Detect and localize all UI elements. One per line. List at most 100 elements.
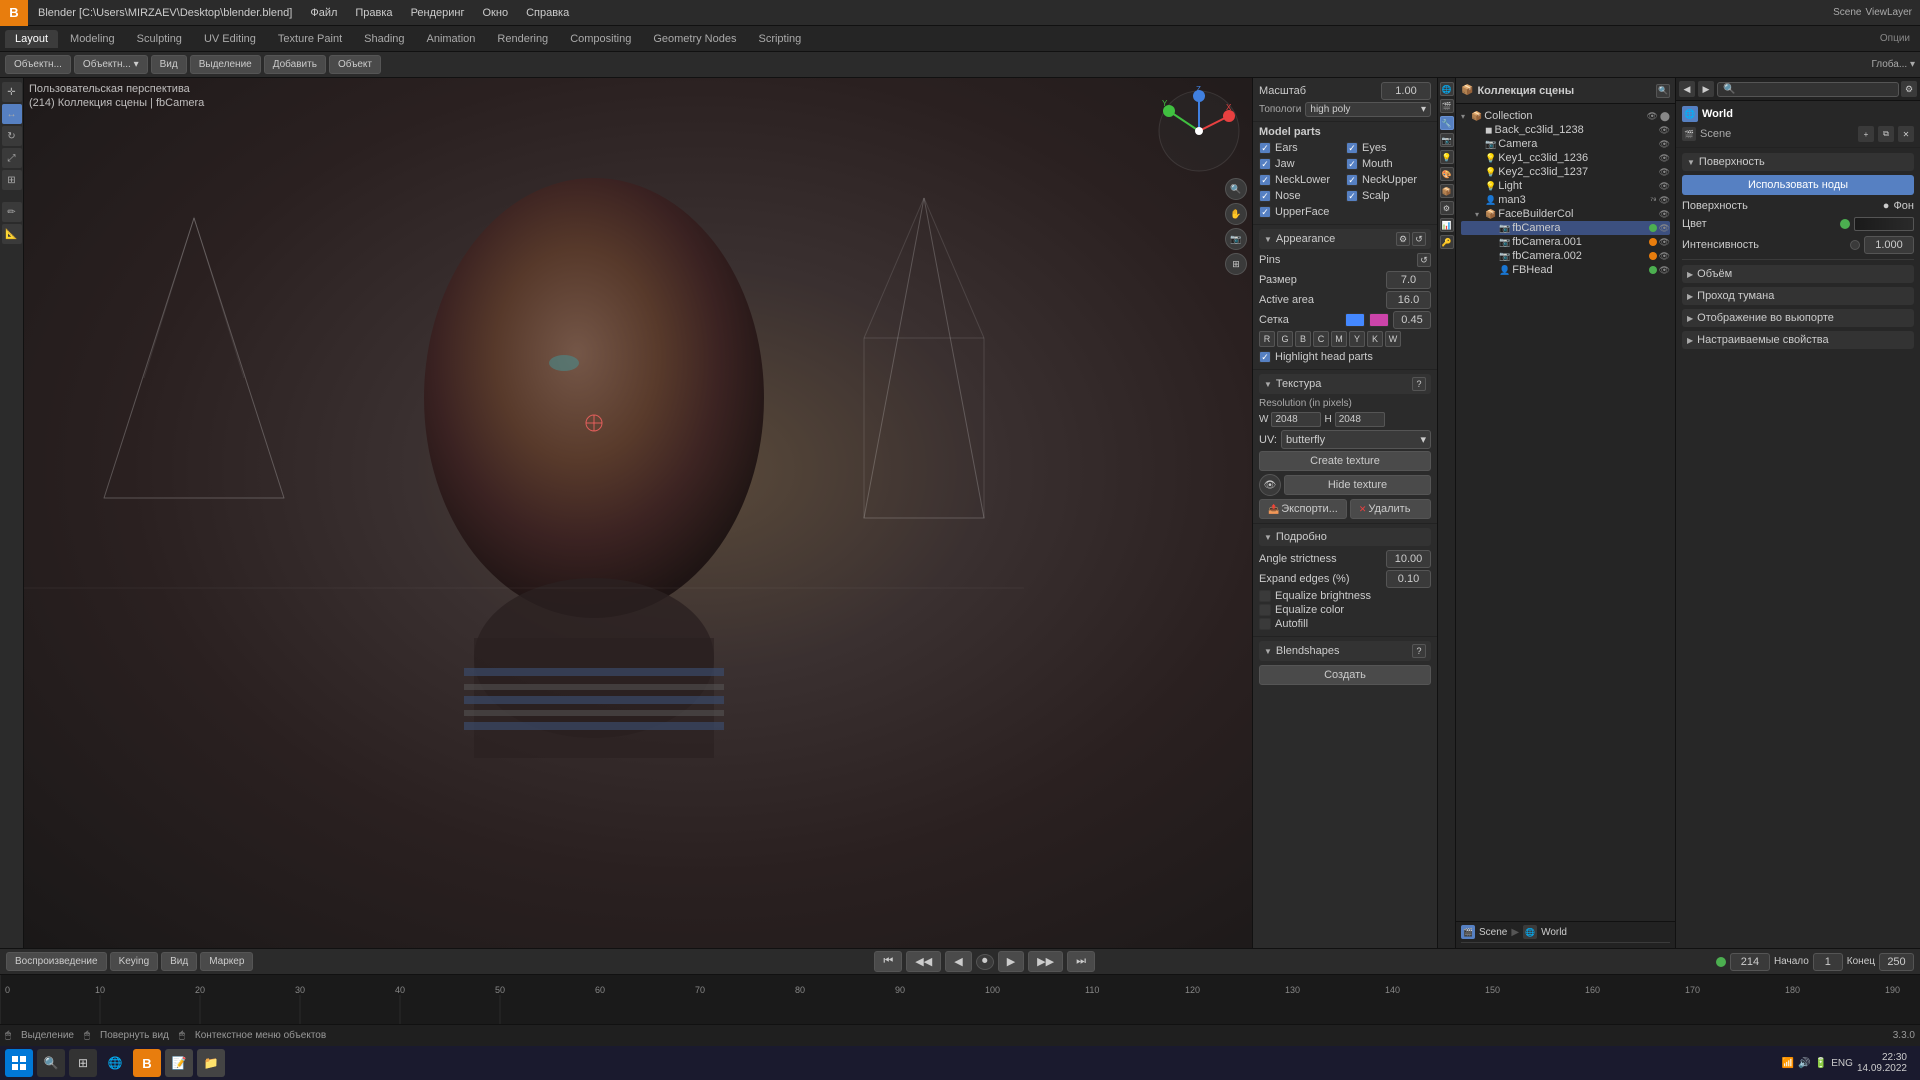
prop-icon-3[interactable]: 🔧 (1440, 116, 1454, 130)
tab-scripting[interactable]: Scripting (748, 30, 811, 48)
move-tool[interactable]: ↔ (2, 104, 22, 124)
tab-uv[interactable]: UV Editing (194, 30, 266, 48)
world-nav-next[interactable]: ▶ (1698, 81, 1714, 97)
btn-W[interactable]: W (1385, 331, 1401, 347)
next-frame-btn[interactable]: ▶ (998, 951, 1024, 972)
export-btn[interactable]: 📤 Экспорти... (1259, 499, 1347, 519)
tree-item-collection[interactable]: ▾ 📦 Collection 👁 ⬤ (1461, 109, 1670, 123)
prev-frame-btn[interactable]: ◀ (945, 951, 971, 972)
btn-G[interactable]: G (1277, 331, 1293, 347)
playback-dropdown[interactable]: Воспроизведение (6, 952, 107, 971)
taskbar-edge[interactable]: 🌐 (101, 1049, 129, 1077)
jump-start-btn[interactable]: ⏮ (874, 951, 902, 972)
appearance-header[interactable]: ▼ Appearance ⚙ ↺ (1259, 229, 1431, 249)
fog-header[interactable]: ▶ Проход тумана (1682, 287, 1914, 305)
nose-checkbox[interactable] (1259, 190, 1271, 202)
menu-window[interactable]: Окно (475, 5, 517, 21)
scale-value[interactable]: 1.00 (1381, 82, 1431, 100)
equalize-color-checkbox[interactable] (1259, 604, 1271, 616)
create-texture-btn[interactable]: Create texture (1259, 451, 1431, 471)
necu-checkbox[interactable] (1346, 174, 1358, 186)
taskbar-blender[interactable]: B (133, 1049, 161, 1077)
color-indicator[interactable] (1840, 219, 1850, 229)
tab-animation[interactable]: Animation (417, 30, 486, 48)
prop-icon-10[interactable]: 🔑 (1440, 235, 1454, 249)
prev-keyframe-btn[interactable]: ◀◀ (906, 951, 941, 972)
prop-icon-2[interactable]: 🎬 (1440, 99, 1454, 113)
hide-texture-icon[interactable]: 👁 (1259, 474, 1281, 496)
tree-item-fbcol[interactable]: ▾ 📦 FaceBuilderCol 👁 (1461, 207, 1670, 221)
perspective-dropdown[interactable]: Объектн... ▾ (74, 55, 148, 74)
menu-edit[interactable]: Правка (347, 5, 400, 21)
world-delete-icon[interactable]: ✕ (1898, 126, 1914, 142)
tab-shading[interactable]: Shading (354, 30, 414, 48)
view-dropdown-timeline[interactable]: Вид (161, 952, 197, 971)
collection-visibility[interactable]: 👁 (1646, 111, 1657, 122)
jaw-checkbox[interactable] (1259, 158, 1271, 170)
appearance-reset-icon[interactable]: ↺ (1412, 232, 1426, 246)
prop-icon-1[interactable]: 🌐 (1440, 82, 1454, 96)
back-vis[interactable]: 👁 (1659, 125, 1670, 136)
transform-tool[interactable]: ⊞ (2, 170, 22, 190)
autofill-checkbox[interactable] (1259, 618, 1271, 630)
grid-value[interactable]: 0.45 (1393, 311, 1431, 329)
taskbar-files[interactable]: 📁 (197, 1049, 225, 1077)
use-nodes-btn[interactable]: Использовать ноды (1682, 175, 1914, 195)
grid-toggle[interactable]: ⊞ (1225, 253, 1247, 275)
view-dropdown[interactable]: Вид (151, 55, 187, 74)
current-frame-input[interactable]: 214 (1730, 953, 1770, 971)
texture-header[interactable]: ▼ Текстура ? (1259, 374, 1431, 394)
fbhead-vis[interactable]: 👁 (1659, 265, 1670, 276)
btn-M[interactable]: M (1331, 331, 1347, 347)
uface-checkbox[interactable] (1259, 206, 1271, 218)
search-taskbar-btn[interactable]: 🔍 (37, 1049, 65, 1077)
prop-icon-9[interactable]: 📊 (1440, 218, 1454, 232)
tab-modeling[interactable]: Modeling (60, 30, 125, 48)
uv-dropdown[interactable]: butterfly ▾ (1281, 430, 1431, 449)
size-value[interactable]: 7.0 (1386, 271, 1431, 289)
timeline-ruler[interactable]: 0 10 20 30 40 50 60 70 80 90 100 110 120… (0, 975, 1920, 1024)
tree-item-man3[interactable]: 👤 man3 ⁷⁹ 👁 (1461, 193, 1670, 207)
jump-end-btn[interactable]: ⏭ (1067, 951, 1095, 972)
collection-visibility2[interactable]: ⬤ (1660, 111, 1670, 122)
tree-item-key1[interactable]: 💡 Key1_cc3lid_1236 👁 (1461, 151, 1670, 165)
play-stop-btn[interactable]: ⏺ (976, 954, 994, 970)
btn-K[interactable]: K (1367, 331, 1383, 347)
tab-compositing[interactable]: Compositing (560, 30, 641, 48)
camera-toggle[interactable]: 📷 (1225, 228, 1247, 250)
world-copy-icon[interactable]: ⧉ (1878, 126, 1894, 142)
menu-file[interactable]: Файл (302, 5, 345, 21)
fbcam001-vis[interactable]: 👁 (1659, 237, 1670, 248)
select-dropdown[interactable]: Выделение (190, 55, 261, 74)
scale-tool[interactable]: ⤢ (2, 148, 22, 168)
menu-render[interactable]: Рендеринг (403, 5, 473, 21)
create-blendshapes-btn[interactable]: Создать (1259, 665, 1431, 685)
tab-layout[interactable]: Layout (5, 30, 58, 48)
tab-geometry-nodes[interactable]: Geometry Nodes (643, 30, 746, 48)
necl-checkbox[interactable] (1259, 174, 1271, 186)
mode-dropdown[interactable]: Объектн... (5, 55, 71, 74)
btn-B[interactable]: B (1295, 331, 1311, 347)
viewport[interactable]: Пользовательская перспектива (214) Колле… (24, 78, 1252, 948)
width-input[interactable]: 2048 (1271, 412, 1321, 427)
taskbar-vscode[interactable]: 📝 (165, 1049, 193, 1077)
viewport-header[interactable]: ▶ Отображение во вьюпорте (1682, 309, 1914, 327)
tree-item-camera[interactable]: 📷 Camera 👁 (1461, 137, 1670, 151)
scalp-checkbox[interactable] (1346, 190, 1358, 202)
next-keyframe-btn[interactable]: ▶▶ (1028, 951, 1063, 972)
highlight-checkbox[interactable] (1259, 351, 1271, 363)
prop-icon-8[interactable]: ⚙ (1440, 201, 1454, 215)
fbcam-vis[interactable]: 👁 (1659, 223, 1670, 234)
viewport-3d[interactable]: X Y Z 🔍 ✋ (24, 78, 1252, 948)
btn-R[interactable]: R (1259, 331, 1275, 347)
hierarchy-filter-icon[interactable]: 🔍 (1656, 84, 1670, 98)
texture-help-icon[interactable]: ? (1412, 377, 1426, 391)
viewport-gizmo[interactable]: X Y Z (1154, 86, 1244, 179)
zoom-tool[interactable]: 🔍 (1225, 178, 1247, 200)
world-search[interactable]: 🔍 (1717, 82, 1899, 97)
menu-help[interactable]: Справка (518, 5, 577, 21)
color-swatch-blue[interactable] (1345, 313, 1365, 327)
color-picker[interactable] (1854, 217, 1914, 231)
key2-vis[interactable]: 👁 (1659, 167, 1670, 178)
man3-vis[interactable]: 👁 (1659, 195, 1670, 206)
